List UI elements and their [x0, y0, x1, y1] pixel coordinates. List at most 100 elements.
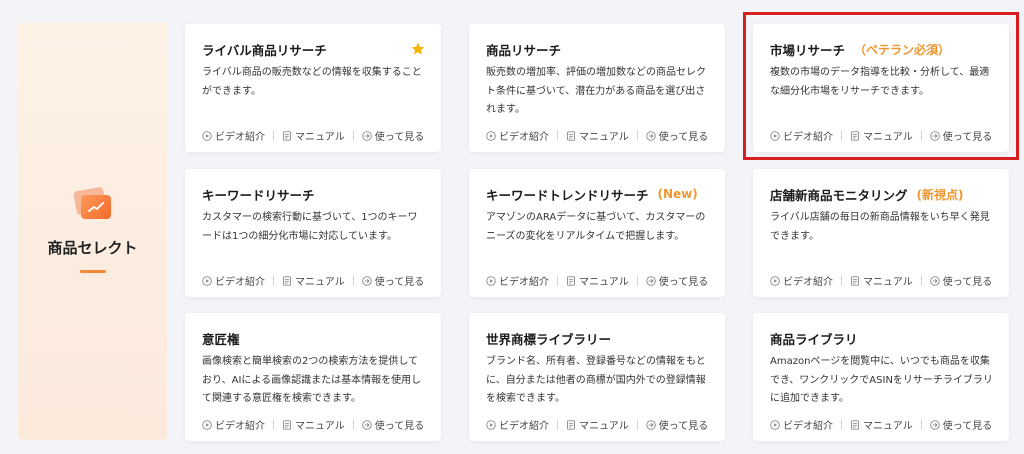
arrow-right-icon — [361, 419, 375, 430]
tool-card[interactable]: 店舗新商品モニタリング (新視点) ライバル店舗の毎日の新商品情報をいち早く発見でき… — [753, 169, 1009, 297]
tool-card[interactable]: 商品ライブラリ Amazonページを閲覧中に、いつでも商品を収集でき、ワンクリック… — [753, 313, 1009, 441]
star-icon[interactable] — [411, 41, 425, 55]
video-button[interactable]: ビデオ紹介 — [486, 417, 549, 432]
document-icon — [850, 275, 863, 286]
tool-card[interactable]: キーワードリサーチカスタマーの検索行動に基づいて、1つのキーワードは1つの細分化… — [185, 169, 441, 297]
play-icon — [486, 275, 499, 286]
video-button[interactable]: ビデオ紹介 — [202, 417, 265, 432]
manual-label: マニュアル — [863, 421, 913, 432]
document-icon — [850, 130, 863, 141]
manual-label: マニュアル — [579, 132, 629, 143]
action-separator — [557, 130, 558, 141]
document-icon — [282, 275, 295, 286]
manual-button[interactable]: マニュアル — [850, 273, 913, 288]
arrow-right-icon — [929, 419, 943, 430]
try-button[interactable]: 使って見る — [645, 273, 709, 288]
video-label: ビデオ紹介 — [499, 277, 549, 288]
category-panel[interactable]: 商品セレクト — [18, 22, 167, 440]
try-label: 使って見る — [942, 132, 993, 143]
action-separator — [352, 275, 354, 286]
card-title-row: 商品リサーチ — [486, 40, 709, 58]
try-label: 使って見る — [658, 277, 709, 288]
try-button[interactable]: 使って見る — [361, 273, 424, 288]
action-separator — [636, 130, 638, 141]
card-description: ブランド名、所有者、登録番号などの情報をもとに、自分または他者の商標が国内外での… — [486, 356, 706, 404]
action-separator — [352, 130, 354, 141]
manual-button[interactable]: マニュアル — [282, 273, 345, 288]
try-button[interactable]: 使って見る — [929, 128, 993, 143]
card-actions: ビデオ紹介 マニュアル 使って見る — [202, 273, 429, 288]
tool-card[interactable]: 商品リサーチ販売数の増加率、評価の増加数などの商品セレクト条件に基づいて、潜在力… — [469, 24, 725, 152]
card-title[interactable]: 意匠権 — [202, 329, 240, 348]
manual-label: マニュアル — [863, 277, 913, 288]
card-actions: ビデオ紹介 マニュアル 使って見る — [770, 273, 997, 288]
card-actions: ビデオ紹介 マニュアル 使って見る — [486, 128, 713, 143]
tool-card[interactable]: 意匠権画像検索と簡単検索の2つの検索方法を提供しており、AIによる画像認識または… — [185, 313, 441, 441]
manual-button[interactable]: マニュアル — [566, 417, 629, 432]
document-icon — [566, 275, 579, 286]
play-icon — [202, 130, 215, 141]
card-title[interactable]: 商品リサーチ — [486, 40, 561, 59]
card-title[interactable]: 世界商標ライブラリー — [486, 329, 611, 348]
card-title[interactable]: 市場リサーチ — [770, 40, 845, 59]
card-tag: （ベテラン必須） — [854, 42, 951, 57]
card-tag: (新視点) — [916, 187, 964, 202]
video-button[interactable]: ビデオ紹介 — [770, 273, 833, 288]
card-description: 販売数の増加率、評価の増加数などの商品セレクト条件に基づいて、潜在力がある商品を… — [486, 67, 706, 115]
card-actions: ビデオ紹介 マニュアル 使って見る — [486, 417, 713, 432]
card-description: カスタマーの検索行動に基づいて、1つのキーワードは1つの細分化市場に対応していま… — [202, 212, 418, 242]
card-title-row: 商品ライブラリ — [770, 329, 993, 347]
video-button[interactable]: ビデオ紹介 — [202, 128, 265, 143]
card-actions: ビデオ紹介 マニュアル 使って見る — [486, 273, 713, 288]
arrow-right-icon — [361, 275, 375, 286]
card-actions: ビデオ紹介 マニュアル 使って見る — [770, 417, 997, 432]
arrow-right-icon — [645, 419, 659, 430]
play-icon — [486, 419, 499, 430]
play-icon — [486, 130, 499, 141]
video-button[interactable]: ビデオ紹介 — [202, 273, 265, 288]
card-tag: (New) — [657, 187, 698, 201]
tool-card[interactable]: 世界商標ライブラリーブランド名、所有者、登録番号などの情報をもとに、自分または他… — [469, 313, 725, 441]
card-title[interactable]: キーワードトレンドリサーチ — [486, 185, 649, 204]
card-description: 画像検索と簡単検索の2つの検索方法を提供しており、AIによる画像認識または基本情… — [202, 356, 422, 404]
tool-card[interactable]: キーワードトレンドリサーチ (New) アマゾンのARAデータに基づいて、カスタマー… — [469, 169, 725, 297]
video-button[interactable]: ビデオ紹介 — [770, 128, 833, 143]
arrow-right-icon — [361, 130, 375, 141]
action-separator — [841, 419, 842, 430]
card-title-row: キーワードリサーチ — [202, 185, 425, 203]
try-button[interactable]: 使って見る — [645, 417, 709, 432]
try-button[interactable]: 使って見る — [361, 417, 425, 432]
card-title[interactable]: ライバル商品リサーチ — [202, 40, 327, 59]
document-icon — [566, 419, 579, 430]
video-button[interactable]: ビデオ紹介 — [770, 417, 833, 432]
try-label: 使って見る — [374, 132, 425, 143]
tool-card[interactable]: 市場リサーチ （ベテラン必須） 複数の市場のデータ指導を比較・分析して、最適な細分化… — [753, 24, 1009, 152]
action-separator — [920, 130, 922, 141]
manual-button[interactable]: マニュアル — [566, 273, 629, 288]
manual-button[interactable]: マニュアル — [850, 417, 913, 432]
card-title[interactable]: 店舗新商品モニタリング — [770, 185, 908, 204]
try-button[interactable]: 使って見る — [645, 128, 708, 143]
video-button[interactable]: ビデオ紹介 — [486, 273, 549, 288]
manual-button[interactable]: マニュアル — [282, 417, 345, 432]
card-title[interactable]: 商品ライブラリ — [770, 329, 858, 348]
card-actions: ビデオ紹介 マニュアル 使って見る — [202, 128, 429, 143]
try-label: 使って見る — [374, 421, 425, 432]
card-actions: ビデオ紹介 マニュアル 使って見る — [770, 128, 997, 143]
play-icon — [770, 419, 783, 430]
card-title-row: 店舗新商品モニタリング (新視点) — [770, 185, 993, 203]
try-label: 使って見る — [658, 421, 709, 432]
card-title[interactable]: キーワードリサーチ — [202, 185, 315, 204]
try-button[interactable]: 使って見る — [929, 273, 992, 288]
try-button[interactable]: 使って見る — [929, 417, 992, 432]
manual-button[interactable]: マニュアル — [850, 128, 913, 143]
video-label: ビデオ紹介 — [499, 421, 549, 432]
manual-button[interactable]: マニュアル — [566, 128, 629, 143]
manual-button[interactable]: マニュアル — [282, 128, 345, 143]
video-button[interactable]: ビデオ紹介 — [486, 128, 549, 143]
tool-card[interactable]: ライバル商品リサーチ ライバル商品の販売数などの情報を収集することができます。 ビデ… — [185, 24, 441, 152]
card-description: 複数の市場のデータ指導を比較・分析して、最適な細分化市場をリサーチできます。 — [770, 67, 990, 97]
action-separator — [920, 419, 922, 430]
arrow-right-icon — [929, 130, 943, 141]
try-button[interactable]: 使って見る — [361, 128, 425, 143]
